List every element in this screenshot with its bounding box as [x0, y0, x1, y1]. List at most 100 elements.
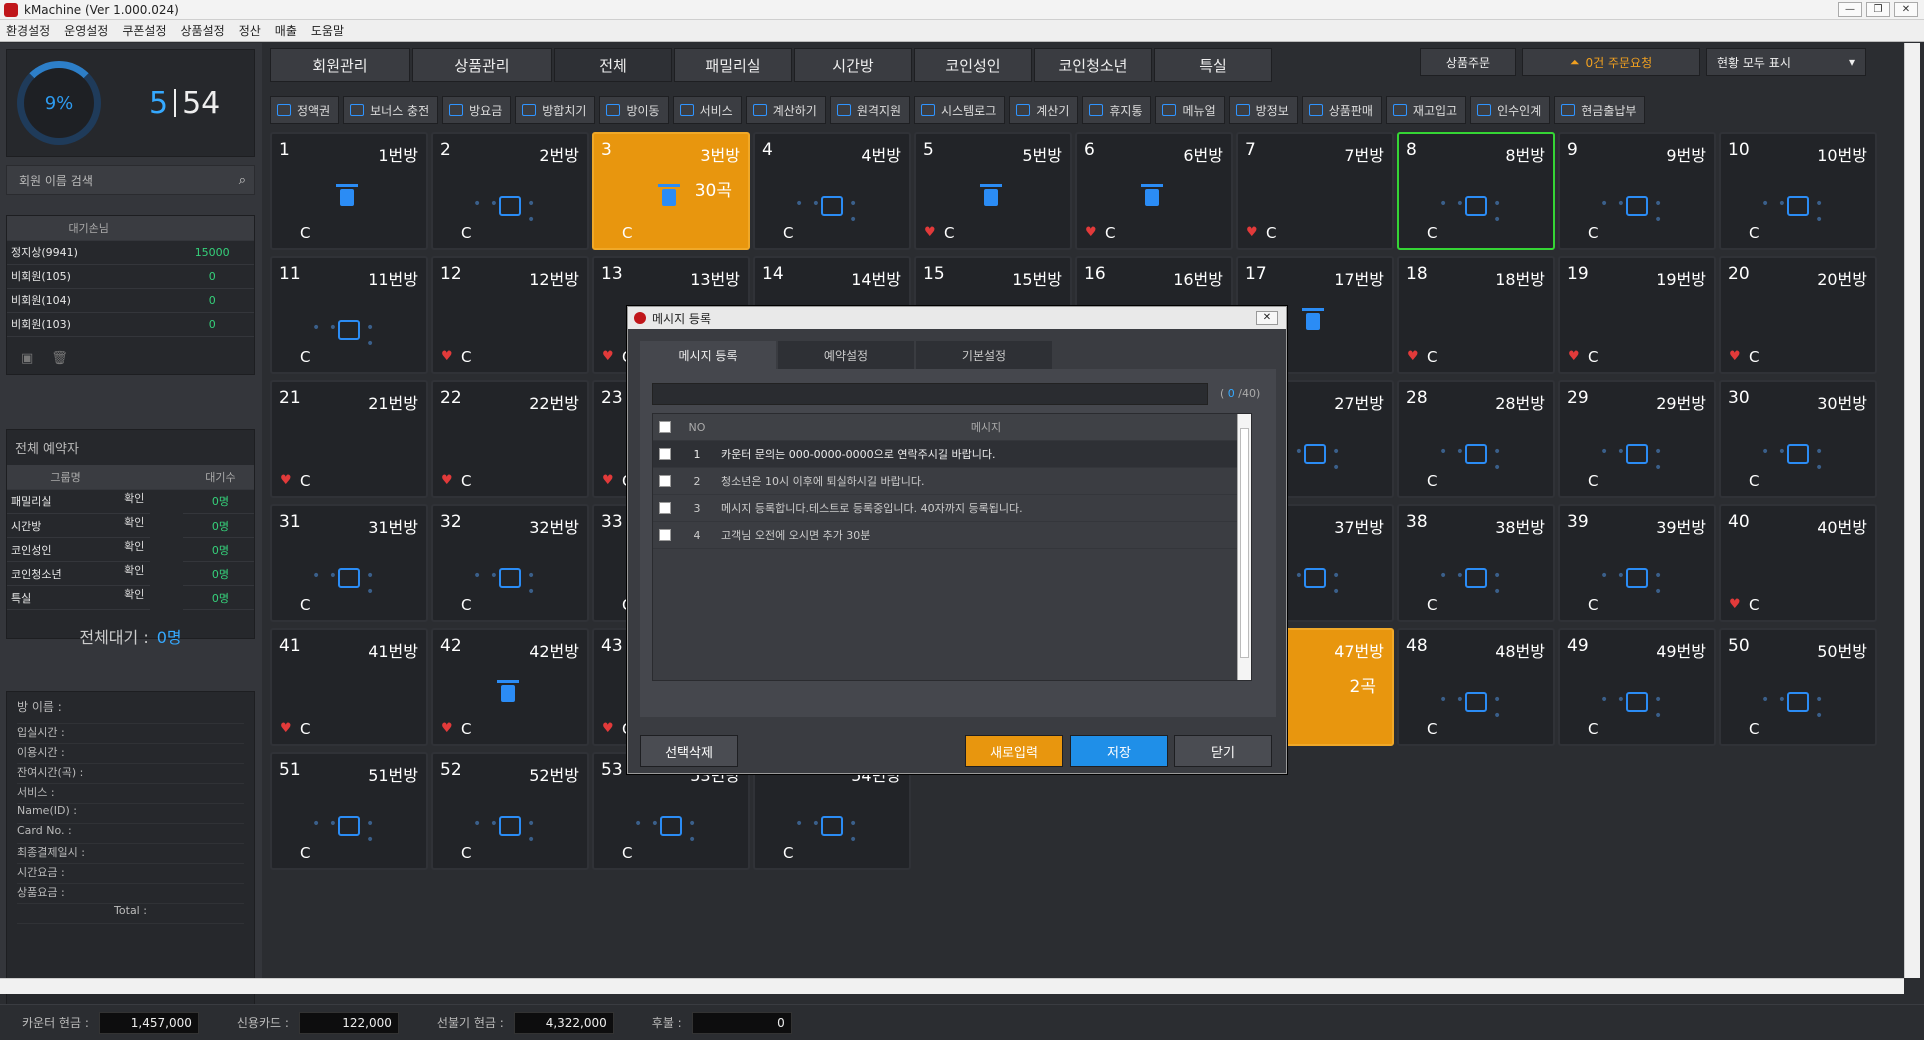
vertical-scrollbar[interactable] — [1904, 43, 1920, 978]
select-all-checkbox[interactable] — [659, 421, 671, 433]
list-item[interactable]: 2 청소년은 10시 이후에 퇴실하시길 바랍니다. — [653, 468, 1251, 495]
list-item[interactable]: 정지상(9941) 15000 — [7, 240, 254, 265]
save-button[interactable]: 저장 — [1070, 735, 1168, 767]
wrench-icon[interactable] — [634, 816, 698, 848]
trash-icon[interactable] — [1141, 184, 1163, 206]
confirm-button[interactable]: 확인 — [120, 562, 151, 586]
product-order-button[interactable]: 상품주문 — [1420, 48, 1516, 76]
tab-basic-settings[interactable]: 기본설정 — [916, 341, 1052, 369]
tab-reservation-settings[interactable]: 예약설정 — [778, 341, 914, 369]
room-card[interactable]: 28 28번방 C — [1397, 380, 1555, 498]
room-card[interactable]: 42 42번방 ♥ C — [431, 628, 589, 746]
menu-sales[interactable]: 매출 — [275, 22, 297, 39]
dialog-close-icon[interactable]: ✕ — [1256, 311, 1278, 325]
room-card[interactable]: 1 1번방 C — [270, 132, 428, 250]
merge-rooms-button[interactable]: 방합치기 — [515, 96, 596, 124]
wrench-icon[interactable] — [1761, 196, 1825, 228]
close-dialog-button[interactable]: 닫기 — [1174, 735, 1272, 767]
move-room-button[interactable]: 방이동 — [599, 96, 669, 124]
room-card[interactable]: 31 31번방 C — [270, 504, 428, 622]
wrench-icon[interactable] — [1600, 568, 1664, 600]
trash-icon[interactable]: 🗑 — [51, 351, 68, 366]
room-card[interactable]: 29 29번방 C — [1558, 380, 1716, 498]
wrench-icon[interactable] — [312, 320, 376, 352]
room-card[interactable]: 6 6번방 ♥ C — [1075, 132, 1233, 250]
wrench-icon[interactable] — [1761, 692, 1825, 724]
menu-ops[interactable]: 운영설정 — [64, 22, 108, 39]
image-icon[interactable]: ▣ — [21, 351, 33, 366]
room-card[interactable]: 3 3번방 30곡 C — [592, 132, 750, 250]
tab-all[interactable]: 전체 — [554, 48, 672, 82]
room-card[interactable]: 4 4번방 C — [753, 132, 911, 250]
room-card[interactable]: 51 51번방 C — [270, 752, 428, 870]
trash-icon[interactable] — [1302, 308, 1324, 330]
wrench-icon[interactable] — [1761, 444, 1825, 476]
wrench-icon[interactable] — [1600, 444, 1664, 476]
room-card[interactable]: 39 39번방 C — [1558, 504, 1716, 622]
display-filter-select[interactable]: 현황 모두 표시 ▾ — [1706, 48, 1866, 76]
trash-icon[interactable] — [658, 184, 680, 206]
restore-button[interactable]: ❐ — [1866, 2, 1890, 17]
menu-help[interactable]: 도움말 — [311, 22, 344, 39]
message-input[interactable] — [652, 383, 1208, 405]
wrench-icon[interactable] — [473, 816, 537, 848]
recycle-bin-button[interactable]: 휴지통 — [1082, 96, 1152, 124]
member-search-input[interactable]: 회원 이름 검색 ⌕ — [6, 165, 255, 195]
row-checkbox[interactable] — [659, 502, 671, 514]
menu-settle[interactable]: 정산 — [239, 22, 261, 39]
remote-support-button[interactable]: 원격지원 — [829, 96, 911, 124]
tab-coin-youth[interactable]: 코인청소년 — [1034, 48, 1152, 82]
room-card[interactable]: 41 41번방 ♥ C — [270, 628, 428, 746]
room-card[interactable]: 5 5번방 ♥ C — [914, 132, 1072, 250]
horizontal-scrollbar[interactable] — [0, 978, 1904, 994]
wrench-icon[interactable] — [473, 568, 537, 600]
wrench-icon[interactable] — [473, 196, 537, 228]
room-card[interactable]: 7 7번방 ♥ C — [1236, 132, 1394, 250]
tab-family[interactable]: 패밀리실 — [674, 48, 792, 82]
confirm-button[interactable]: 확인 — [120, 490, 151, 514]
prepaid-button[interactable]: 정액권 — [270, 96, 340, 124]
new-entry-button[interactable]: 새로입력 — [965, 735, 1063, 767]
cash-ledger-button[interactable]: 현금출납부 — [1554, 96, 1646, 124]
room-card[interactable]: 49 49번방 C — [1558, 628, 1716, 746]
minimize-button[interactable]: — — [1838, 2, 1862, 17]
checkout-button[interactable]: 계산하기 — [745, 96, 826, 124]
list-scrollbar[interactable] — [1237, 414, 1251, 680]
scroll-thumb[interactable] — [1240, 428, 1249, 658]
room-card[interactable]: 11 11번방 C — [270, 256, 428, 374]
room-fee-button[interactable]: 방요금 — [442, 96, 512, 124]
wrench-icon[interactable] — [795, 816, 859, 848]
order-request-button[interactable]: ⏶ 0건 주문요청 — [1522, 48, 1700, 76]
tab-coin-adult[interactable]: 코인성인 — [914, 48, 1032, 82]
menu-product[interactable]: 상품설정 — [181, 22, 225, 39]
confirm-button[interactable]: 확인 — [120, 538, 151, 562]
room-info-button[interactable]: 방정보 — [1228, 96, 1298, 124]
wrench-icon[interactable] — [1439, 196, 1503, 228]
tab-vip[interactable]: 특실 — [1154, 48, 1272, 82]
close-button[interactable]: ✕ — [1894, 2, 1918, 17]
room-card[interactable]: 40 40번방 ♥ C — [1719, 504, 1877, 622]
wrench-icon[interactable] — [1600, 692, 1664, 724]
room-card[interactable]: 50 50번방 C — [1719, 628, 1877, 746]
wrench-icon[interactable] — [1439, 692, 1503, 724]
manual-button[interactable]: 메뉴얼 — [1155, 96, 1225, 124]
bonus-charge-button[interactable]: 보너스 충전 — [343, 96, 439, 124]
tab-message-register[interactable]: 메시지 등록 — [640, 341, 776, 369]
list-item[interactable]: 비회원(104) 0 — [7, 288, 254, 313]
room-card[interactable]: 22 22번방 ♥ C — [431, 380, 589, 498]
room-card[interactable]: 10 10번방 C — [1719, 132, 1877, 250]
confirm-button[interactable]: 확인 — [120, 586, 151, 610]
search-icon[interactable]: ⌕ — [239, 173, 246, 188]
room-card[interactable]: 19 19번방 ♥ C — [1558, 256, 1716, 374]
room-card[interactable]: 12 12번방 ♥ C — [431, 256, 589, 374]
wrench-icon[interactable] — [312, 568, 376, 600]
wrench-icon[interactable] — [312, 816, 376, 848]
service-button[interactable]: 서비스 — [672, 96, 742, 124]
row-checkbox[interactable] — [659, 448, 671, 460]
room-card[interactable]: 30 30번방 C — [1719, 380, 1877, 498]
list-item[interactable]: 3 메시지 등록합니다.테스트로 등록중입니다. 40자까지 등록됩니다. — [653, 495, 1251, 522]
room-card[interactable]: 52 52번방 C — [431, 752, 589, 870]
room-card[interactable]: 8 8번방 C — [1397, 132, 1555, 250]
room-card[interactable]: 2 2번방 C — [431, 132, 589, 250]
room-card[interactable]: 32 32번방 C — [431, 504, 589, 622]
